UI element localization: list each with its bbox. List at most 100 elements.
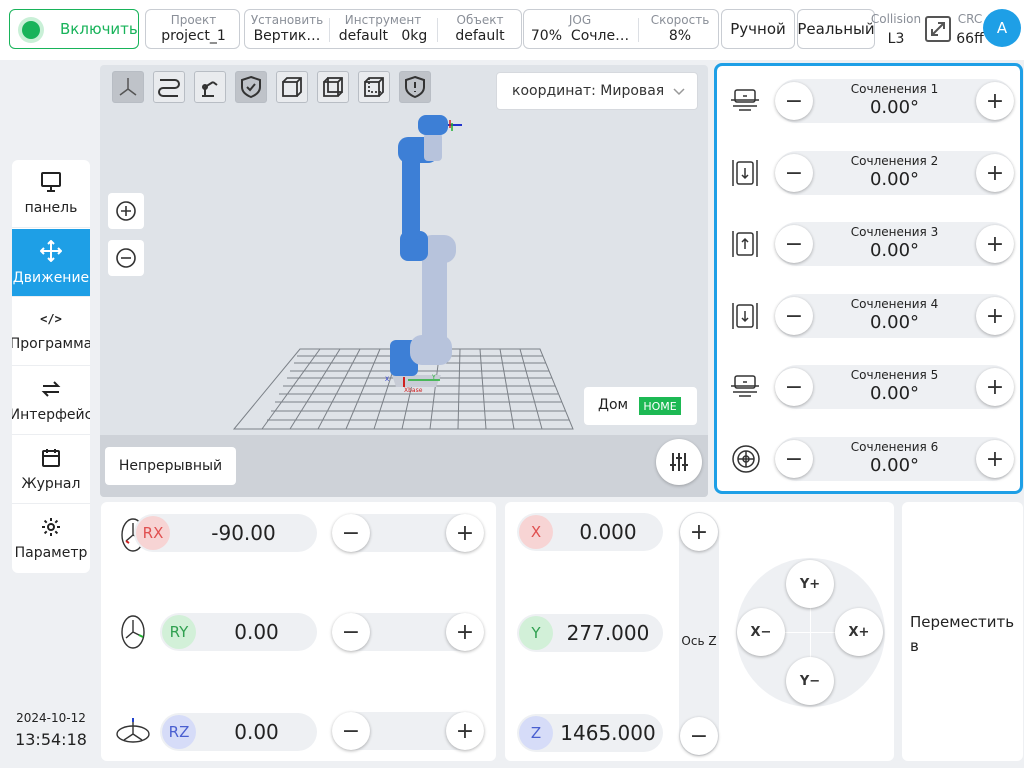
- z-decrement-button[interactable]: −: [680, 717, 718, 755]
- divider: [329, 18, 330, 42]
- rx-increment-button[interactable]: +: [446, 514, 484, 552]
- project-label: Проект: [170, 13, 217, 27]
- z-field[interactable]: Z 1465.000: [517, 714, 663, 752]
- object-value: default: [455, 28, 505, 44]
- move-arrows-icon: [40, 239, 62, 262]
- y-badge: Y: [519, 616, 553, 650]
- x-plus-button[interactable]: X+: [835, 608, 883, 656]
- tool-weight: 0kg: [401, 28, 428, 44]
- ry-stepper: − +: [332, 613, 484, 651]
- sidebar-item-label: Интерфейс: [12, 406, 90, 423]
- sidebar-item-program[interactable]: </> Программа: [12, 298, 90, 366]
- real-mode-label: Реальный: [797, 20, 875, 38]
- home-button[interactable]: Дом HOME: [584, 387, 697, 425]
- sidebar-item-motion[interactable]: Движение: [12, 229, 90, 297]
- tool-label: Инструмент: [344, 13, 422, 27]
- x-value: 0.000: [579, 520, 637, 544]
- rz-decrement-button[interactable]: −: [332, 712, 370, 750]
- object-selector[interactable]: Объект default: [439, 10, 521, 48]
- robot-wrist: [418, 115, 448, 135]
- joint-wrist1-icon: [732, 303, 758, 329]
- base-y-label: Y: [431, 374, 436, 381]
- sidebar-item-interface[interactable]: Интерфейс: [12, 367, 90, 435]
- date-display: 2024-10-12: [16, 711, 86, 725]
- y-plus-button[interactable]: Y+: [786, 560, 834, 608]
- joint-slider[interactable]: − Сочленения 1 0.00° +: [775, 79, 1014, 123]
- jog-label: JOG: [568, 13, 592, 27]
- z-axis-stepper: + Ось Z −: [679, 512, 719, 756]
- install-tool-object-group[interactable]: Установить Вертик… Инструмент default 0k…: [244, 9, 522, 49]
- user-avatar[interactable]: A: [983, 9, 1021, 47]
- joint-increment-button[interactable]: +: [976, 154, 1014, 192]
- joint-slider[interactable]: − Сочленения 2 0.00° +: [775, 151, 1014, 195]
- joint-slider[interactable]: − Сочленения 6 0.00° +: [775, 437, 1014, 481]
- joint-elbow-icon: [732, 231, 758, 257]
- divider: [638, 18, 639, 42]
- real-mode-button[interactable]: Реальный: [797, 9, 875, 49]
- expand-icon[interactable]: [924, 15, 952, 43]
- power-on-button[interactable]: Включить: [9, 9, 139, 49]
- joint-base-rotation-icon: [731, 89, 759, 111]
- joint-slider[interactable]: − Сочленения 3 0.00° +: [775, 222, 1014, 266]
- y-field[interactable]: Y 277.000: [517, 614, 663, 652]
- calendar-icon: [42, 448, 60, 467]
- ry-decrement-button[interactable]: −: [332, 613, 370, 651]
- home-label: Дом: [598, 397, 629, 413]
- project-selector[interactable]: Проект project_1: [145, 9, 240, 49]
- move-to-label: Переместить в: [910, 613, 1015, 655]
- adjust-settings-button[interactable]: [656, 439, 702, 485]
- rx-decrement-button[interactable]: −: [332, 514, 370, 552]
- joint-increment-button[interactable]: +: [976, 225, 1014, 263]
- joint-row: − Сочленения 2 0.00° +: [717, 138, 1020, 208]
- speed-selector[interactable]: Скорость 8%: [640, 10, 720, 48]
- sliders-icon: [670, 453, 688, 471]
- z-increment-button[interactable]: +: [680, 513, 718, 551]
- home-badge: HOME: [639, 397, 681, 415]
- sidebar-item-label: Движение: [12, 269, 90, 286]
- joint-increment-button[interactable]: +: [976, 368, 1014, 406]
- jog-speed-group[interactable]: JOG 70% Сочле… Скорость 8%: [523, 9, 719, 49]
- jog-selector[interactable]: JOG 70% Сочле…: [524, 10, 636, 48]
- base-x-label: X: [385, 376, 389, 383]
- x-badge: X: [519, 515, 553, 549]
- robot-3d-viewport[interactable]: координат: Мировая X Y Xbase Дом HOME Не…: [100, 65, 708, 497]
- install-selector[interactable]: Установить Вертик…: [245, 10, 329, 48]
- rz-value: 0.00: [234, 720, 279, 744]
- sidebar-item-log[interactable]: Журнал: [12, 436, 90, 504]
- sidebar-nav: панель Движение </> Программа Интерфейс …: [12, 160, 90, 573]
- collision-label: Collision: [870, 12, 922, 26]
- manual-mode-button[interactable]: Ручной: [721, 9, 795, 49]
- divider: [437, 18, 438, 42]
- speed-label: Скорость: [650, 13, 710, 27]
- top-bar: Включить Проект project_1 Установить Вер…: [0, 0, 1024, 60]
- x-field[interactable]: X 0.000: [517, 513, 663, 551]
- rz-field[interactable]: RZ 0.00: [160, 713, 317, 751]
- sidebar-item-label: Журнал: [21, 475, 81, 492]
- x-minus-button[interactable]: X−: [737, 608, 785, 656]
- project-value: project_1: [161, 28, 226, 44]
- joint-wrist3-icon: [732, 445, 760, 473]
- rz-increment-button[interactable]: +: [446, 712, 484, 750]
- code-icon: </>: [40, 311, 62, 326]
- joint-increment-button[interactable]: +: [976, 297, 1014, 335]
- joint-slider[interactable]: − Сочленения 5 0.00° +: [775, 365, 1014, 409]
- continuous-mode-button[interactable]: Непрерывный: [105, 447, 236, 485]
- robot-lower-arm: [422, 255, 447, 351]
- sidebar-item-parameter[interactable]: Параметр: [12, 505, 90, 573]
- joint-slider[interactable]: − Сочленения 4 0.00° +: [775, 294, 1014, 338]
- rx-badge: RX: [136, 516, 170, 550]
- joint-increment-button[interactable]: +: [976, 440, 1014, 478]
- move-to-button[interactable]: Переместить в: [902, 502, 1023, 761]
- speed-value: 8%: [668, 28, 692, 44]
- sidebar-item-panel[interactable]: панель: [12, 160, 90, 228]
- tool-selector[interactable]: Инструмент default 0kg: [331, 10, 435, 48]
- joint-control-panel: − Сочленения 1 0.00° + − Сочленения 2 0.…: [714, 63, 1023, 494]
- crc-label: CRC: [957, 12, 983, 26]
- z-axis-label: Ось Z: [681, 634, 717, 648]
- xy-dpad: Y+ Y− X− X+: [736, 558, 885, 707]
- ry-field[interactable]: RY 0.00: [160, 613, 317, 651]
- ry-increment-button[interactable]: +: [446, 613, 484, 651]
- y-minus-button[interactable]: Y−: [786, 657, 834, 705]
- rx-field[interactable]: RX -90.00: [134, 514, 317, 552]
- joint-increment-button[interactable]: +: [976, 82, 1014, 120]
